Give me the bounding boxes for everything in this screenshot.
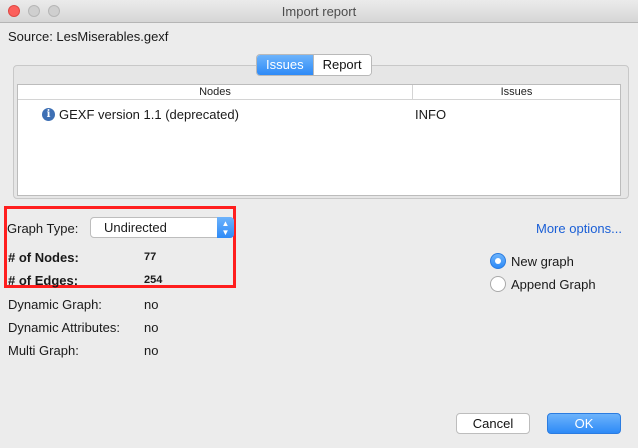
nodes-count-value: 77: [144, 251, 157, 263]
dynamic-graph-value: no: [144, 297, 159, 312]
new-graph-option[interactable]: New graph: [490, 253, 574, 269]
tab-bar: Issues Report: [256, 54, 372, 76]
table-row[interactable]: i GEXF version 1.1 (deprecated) INFO: [18, 104, 620, 124]
column-header-issues[interactable]: Issues: [413, 85, 620, 99]
append-graph-label: Append Graph: [511, 276, 596, 292]
new-graph-radio[interactable]: [490, 253, 506, 269]
node-text: GEXF version 1.1 (deprecated): [59, 106, 239, 122]
tab-issues[interactable]: Issues: [257, 55, 313, 75]
cancel-button[interactable]: Cancel: [456, 413, 530, 434]
window-title: Import report: [281, 4, 357, 19]
graph-type-value: Undirected: [104, 220, 167, 235]
more-options-link[interactable]: More options...: [536, 221, 622, 236]
dynamic-graph-label: Dynamic Graph:: [8, 297, 102, 312]
table-header: Nodes Issues: [18, 85, 620, 100]
title-bar: Import report: [0, 0, 638, 23]
multi-graph-label: Multi Graph:: [8, 343, 79, 358]
edges-count-value: 254: [144, 274, 163, 286]
info-icon: i: [42, 107, 55, 121]
graph-type-select[interactable]: Undirected ▲ ▼: [90, 217, 234, 238]
append-graph-option[interactable]: Append Graph: [490, 276, 596, 292]
table-cell-issue: INFO: [415, 106, 447, 122]
edges-count-label: # of Edges:: [8, 273, 79, 288]
dynamic-attributes-value: no: [144, 320, 159, 335]
ok-button[interactable]: OK: [547, 413, 621, 434]
nodes-count-label: # of Nodes:: [8, 250, 79, 265]
multi-graph-value: no: [144, 343, 159, 358]
chevron-updown-icon: ▲ ▼: [217, 217, 234, 238]
source-label: Source: LesMiserables.gexf: [8, 29, 169, 44]
column-header-nodes[interactable]: Nodes: [18, 85, 413, 99]
issues-table: Nodes Issues i GEXF version 1.1 (depreca…: [17, 84, 621, 196]
new-graph-label: New graph: [511, 253, 574, 269]
tab-report[interactable]: Report: [312, 55, 371, 75]
dynamic-attributes-label: Dynamic Attributes:: [8, 320, 120, 335]
table-cell-node: i GEXF version 1.1 (deprecated): [18, 107, 413, 122]
graph-type-label: Graph Type:: [7, 221, 79, 236]
append-graph-radio[interactable]: [490, 276, 506, 292]
